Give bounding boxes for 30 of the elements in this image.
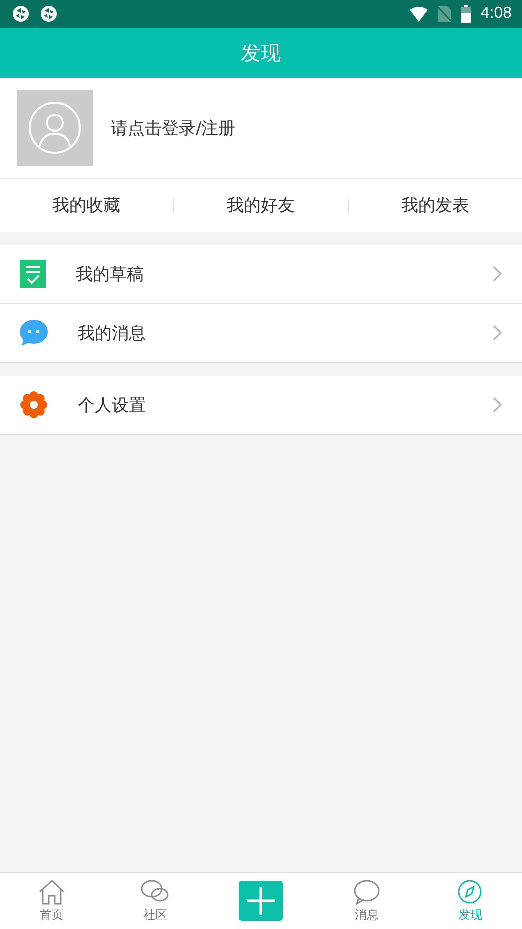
chat-bubble-icon bbox=[352, 878, 381, 904]
nav-tab[interactable]: 首页 bbox=[0, 878, 104, 924]
notification-icon bbox=[40, 5, 58, 23]
shortcut-tab[interactable]: 我的收藏 bbox=[0, 179, 174, 232]
wifi-icon bbox=[410, 6, 428, 22]
compass-icon bbox=[456, 878, 484, 904]
nav-tab[interactable]: 社区 bbox=[104, 878, 207, 924]
shortcut-tab[interactable]: 我的好友 bbox=[174, 179, 348, 232]
add-button[interactable] bbox=[239, 881, 283, 921]
nav-tab[interactable]: 消息 bbox=[315, 878, 418, 924]
menu-row[interactable]: 个人设置 bbox=[0, 376, 522, 434]
gear-icon bbox=[20, 391, 48, 419]
menu-row[interactable]: 我的草稿 bbox=[0, 245, 522, 303]
status-time: 4:08 bbox=[480, 5, 512, 23]
plus-icon bbox=[247, 887, 275, 915]
house-icon bbox=[38, 878, 66, 904]
chat-bubble-icon bbox=[141, 878, 170, 904]
login-link[interactable]: 请点击登录/注册 bbox=[111, 116, 236, 140]
chevron-icon bbox=[493, 397, 502, 413]
chat-bubble-icon bbox=[20, 320, 48, 346]
menu-row[interactable]: 我的消息 bbox=[0, 303, 522, 362]
shortcut-tab[interactable]: 我的发表 bbox=[348, 179, 522, 232]
page-title: 发现 bbox=[241, 40, 281, 66]
no-sim-icon bbox=[438, 6, 451, 22]
battery-icon bbox=[460, 5, 471, 23]
chevron-icon bbox=[493, 325, 502, 341]
notification-icon bbox=[12, 5, 30, 23]
chevron-icon bbox=[493, 266, 502, 282]
checklist-icon bbox=[20, 260, 46, 288]
avatar-icon[interactable] bbox=[17, 90, 93, 166]
